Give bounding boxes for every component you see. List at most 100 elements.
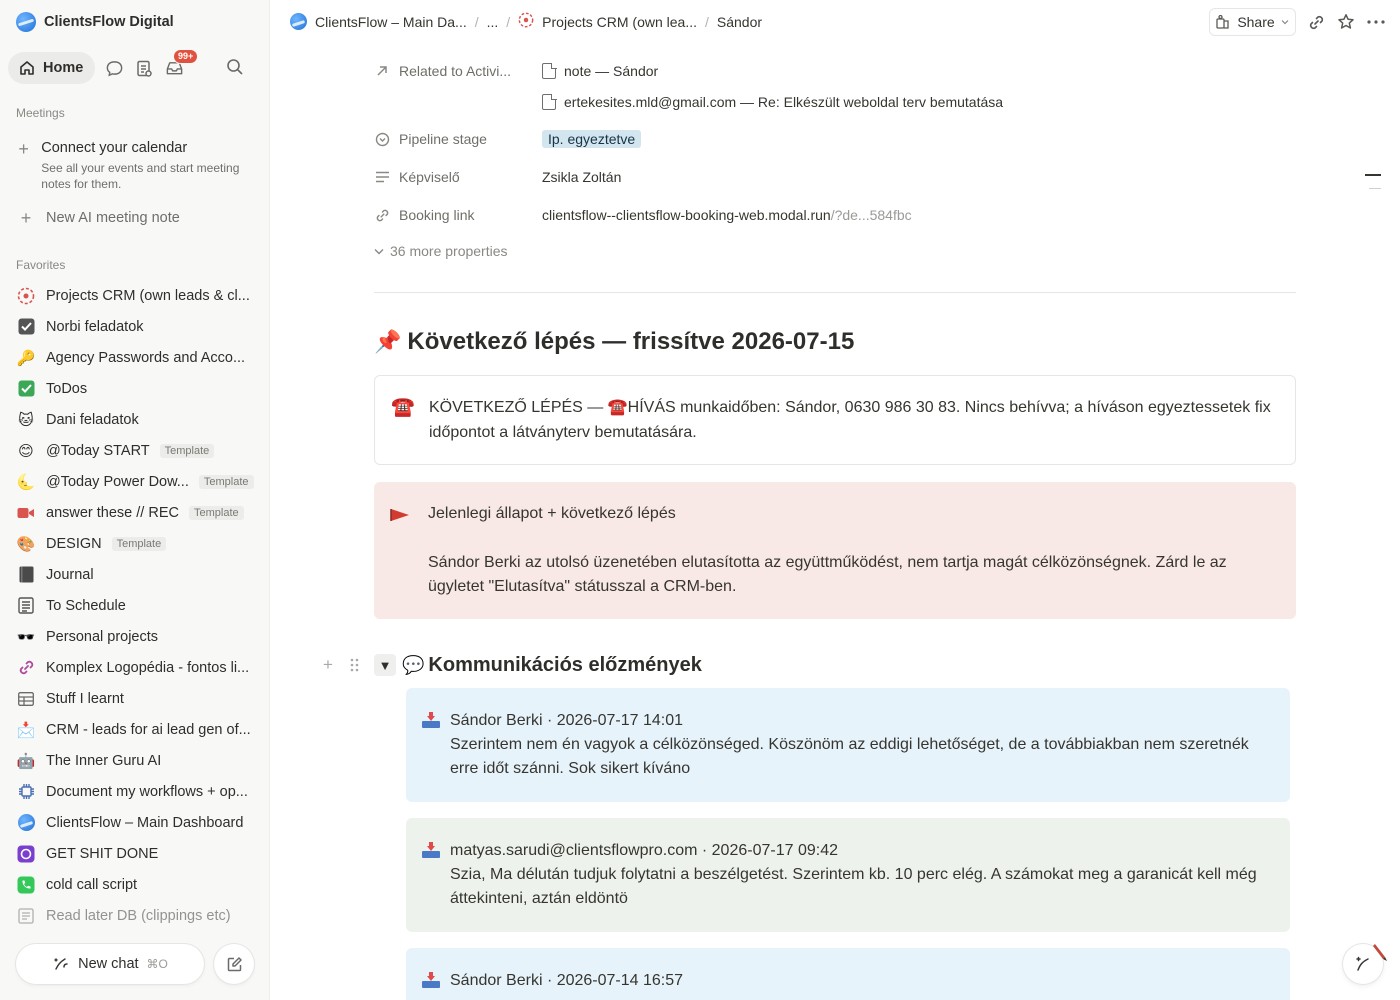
relation-item[interactable]: ertekesites.mld@gmail.com — Re: Elkészül… [542, 93, 1003, 110]
sidebar-item-crm-leads[interactable]: 📩 CRM - leads for ai lead gen of... [16, 714, 258, 745]
sidebar-item-clientsflow-dashboard[interactable]: ClientsFlow – Main Dashboard [16, 807, 258, 838]
property-name[interactable]: Pipeline stage [374, 131, 542, 147]
plus-icon: + [18, 139, 29, 159]
favorite-button[interactable] [1334, 10, 1358, 34]
sidebar-item-label: Dani feladatok [46, 411, 139, 428]
sidebar-item-komplex-logopedia[interactable]: Komplex Logopédia - fontos li... [16, 652, 258, 683]
sidebar-item-design[interactable]: 🎨 DESIGN Template [16, 528, 258, 559]
sidebar-item-journal[interactable]: Journal [16, 559, 258, 590]
new-chat-button[interactable]: New chat ⌘O [16, 944, 204, 984]
plus-icon: + [20, 208, 32, 228]
share-button[interactable]: Share [1209, 8, 1296, 36]
sidebar-item-read-later-db[interactable]: Read later DB (clippings etc) [16, 900, 258, 931]
inbox-tray-icon [422, 709, 442, 782]
add-block-icon[interactable]: + [318, 655, 338, 675]
telephone-icon: ☎️ [391, 397, 415, 418]
next-step-callout[interactable]: ☎️ KÖVETKEZŐ LÉPÉS — ☎️HÍVÁS munkaidőben… [374, 375, 1296, 465]
breadcrumb-item-ellipsis[interactable]: ... [487, 14, 499, 30]
sidebar-item-get-shit-done[interactable]: GET SHIT DONE [16, 838, 258, 869]
globe-icon [16, 813, 36, 833]
sidebar-item-projects-crm[interactable]: Projects CRM (own leads & cl... [16, 280, 258, 311]
template-badge: Template [159, 443, 215, 458]
breadcrumb-label: Projects CRM (own lea... [542, 13, 697, 30]
outline-marker[interactable] [1365, 174, 1381, 176]
status-callout[interactable]: Jelenlegi állapot + következő lépés Sánd… [374, 482, 1296, 619]
drag-handle-icon[interactable] [344, 658, 364, 672]
status-callout-body: Sándor Berki az utolsó üzenetében elutas… [428, 553, 1227, 596]
sidebar-item-today-power-down[interactable]: 🌜 @Today Power Dow... Template [16, 466, 258, 497]
more-properties-toggle[interactable]: 36 more properties [374, 243, 508, 259]
sidebar-item-inner-guru-ai[interactable]: 🤖 The Inner Guru AI [16, 745, 258, 776]
breadcrumb-item-dashboard[interactable]: ClientsFlow – Main Da... [290, 13, 467, 30]
table-icon [16, 689, 36, 709]
sidebar-item-stuff-i-learnt[interactable]: Stuff I learnt [16, 683, 258, 714]
sidebar-item-cold-call-script[interactable]: cold call script [16, 869, 258, 900]
property-name[interactable]: Booking link [374, 207, 542, 223]
sidebar-item-today-start[interactable]: 😊 @Today START Template [16, 435, 258, 466]
copy-link-button[interactable] [1304, 10, 1328, 34]
property-value-text: Zsikla Zoltán [542, 169, 622, 185]
link-icon [1309, 15, 1323, 29]
booking-link-value[interactable]: clientsflow--clientsflow-booking-web.mod… [542, 207, 912, 223]
home-button[interactable]: Home [8, 52, 96, 84]
message-content: Sándor Berki · 2026-07-17 14:01 Szerinte… [450, 709, 1274, 782]
breadcrumb: ClientsFlow – Main Da... / ... / Project… [290, 12, 762, 31]
message-callout[interactable]: matyas.sarudi@clientsflowpro.com · 2026-… [406, 818, 1290, 932]
next-step-heading: 📌 Következő lépés — frissítve 2026-07-15 [374, 328, 854, 356]
breadcrumb-item-projects-crm[interactable]: Projects CRM (own lea... [518, 12, 697, 31]
new-ai-meeting-note-button[interactable]: + New AI meeting note [16, 209, 180, 227]
sidebar-item-label: cold call script [46, 876, 138, 893]
property-pipeline-stage: Pipeline stage Ip. egyeztetve [374, 127, 642, 151]
new-chat-label: New chat [78, 956, 139, 972]
booking-link-text: clientsflow--clientsflow-booking-web.mod… [542, 207, 831, 223]
home-icon [20, 61, 34, 75]
new-chat-shortcut: ⌘O [146, 957, 168, 971]
sidebar-item-answer-these-rec[interactable]: answer these // REC Template [16, 497, 258, 528]
workspace-logo-icon [16, 12, 36, 32]
property-name[interactable]: Képviselő [374, 169, 542, 185]
heading-text: Kommunikációs előzmények [428, 653, 702, 676]
globe-icon [290, 13, 307, 30]
status-tag: Ip. egyeztetve [542, 130, 642, 148]
breadcrumb-item-current-page[interactable]: Sándor [717, 14, 762, 30]
meeting-notes-button[interactable] [129, 53, 159, 83]
crm-target-icon [16, 286, 36, 306]
sidebar-item-to-schedule[interactable]: To Schedule [16, 590, 258, 621]
chat-button[interactable] [99, 53, 129, 83]
meetings-section-label: Meetings [16, 106, 65, 120]
property-booking-link: Booking link clientsflow--clientsflow-bo… [374, 203, 912, 227]
video-camera-icon [16, 503, 36, 523]
sidebar-item-document-workflows[interactable]: Document my workflows + op... [16, 776, 258, 807]
sidebar-item-norbi-feladatok[interactable]: Norbi feladatok [16, 311, 258, 342]
message-callout[interactable]: Sándor Berki · 2026-07-17 14:01 Szerinte… [406, 688, 1290, 802]
sidebar-item-label: Projects CRM (own leads & cl... [46, 287, 250, 304]
crm-target-icon [518, 12, 534, 31]
toggle-triangle-icon[interactable]: ▼ [374, 654, 396, 676]
message-body: Szerintem nem én vagyok a célközönséged.… [450, 736, 1249, 777]
relation-item[interactable]: note — Sándor [542, 62, 658, 79]
property-related-activities-2: ertekesites.mld@gmail.com — Re: Elkészül… [374, 90, 1003, 114]
more-options-button[interactable] [1364, 10, 1388, 34]
search-button[interactable] [220, 52, 250, 82]
connect-calendar-item[interactable]: + Connect your calendar See all your eve… [16, 140, 256, 192]
property-value[interactable]: Zsikla Zoltán [542, 169, 621, 185]
outbox-tray-icon [422, 839, 442, 912]
property-name[interactable]: Related to Activi... [374, 63, 542, 79]
sidebar-item-personal-projects[interactable]: 🕶️ Personal projects [16, 621, 258, 652]
inbox-button[interactable]: 99+ [159, 49, 199, 83]
sidebar-item-todos[interactable]: ToDos [16, 373, 258, 404]
calendar-list-icon [16, 596, 36, 616]
star-icon [1338, 14, 1354, 29]
message-header: Sándor Berki · 2026-07-17 14:01 [450, 712, 684, 729]
outline-marker-secondary[interactable] [1369, 188, 1381, 189]
history-toggle-row: + ▼ 💬 Kommunikációs előzmények [318, 652, 702, 678]
template-badge: Template [188, 505, 244, 520]
workspace-switcher[interactable]: ClientsFlow Digital [16, 10, 174, 34]
new-page-button[interactable] [214, 944, 254, 984]
property-value[interactable]: Ip. egyeztetve [542, 130, 642, 148]
sidebar-item-dani-feladatok[interactable]: 🐱 Dani feladatok [16, 404, 258, 435]
link-icon [16, 658, 36, 678]
message-callout[interactable]: Sándor Berki · 2026-07-14 16:57 [406, 948, 1290, 1000]
checkbox-icon [16, 317, 36, 337]
sidebar-item-agency-passwords[interactable]: 🔑 Agency Passwords and Acco... [16, 342, 258, 373]
